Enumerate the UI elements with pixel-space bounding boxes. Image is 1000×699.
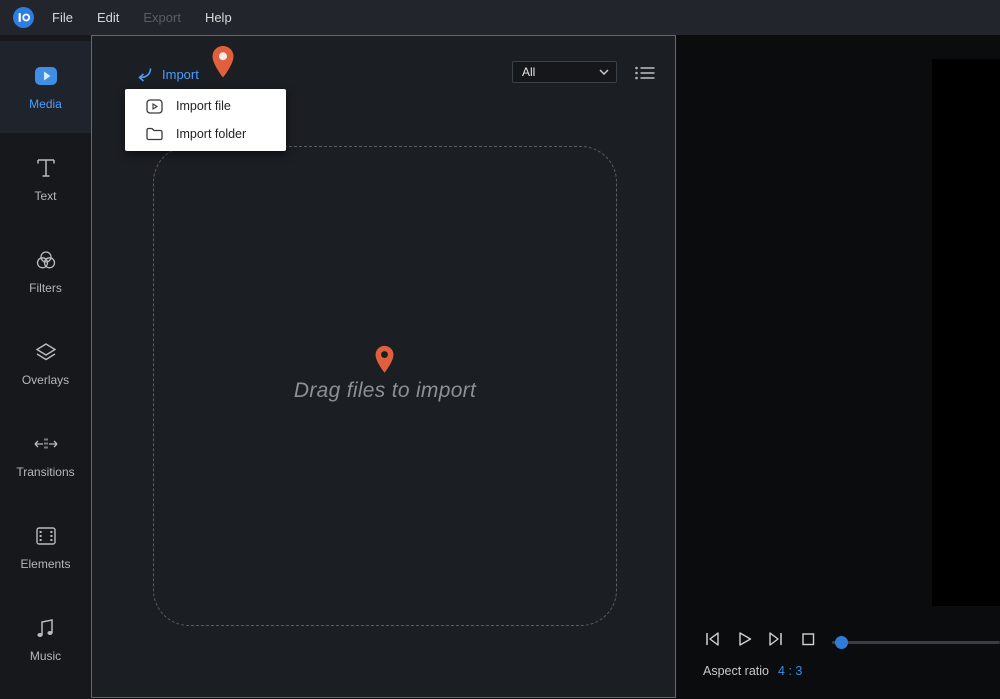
folder-icon bbox=[146, 127, 163, 141]
menu-export: Export bbox=[131, 0, 193, 35]
media-panel: Import All bbox=[91, 35, 676, 698]
sidebar-item-media[interactable]: Media bbox=[0, 41, 91, 133]
transitions-icon bbox=[33, 432, 59, 456]
pin-drop-icon bbox=[374, 345, 395, 374]
file-icon bbox=[146, 99, 163, 114]
previous-frame-button[interactable] bbox=[703, 630, 721, 648]
stop-button[interactable] bbox=[799, 630, 817, 648]
video-preview bbox=[932, 59, 1000, 606]
elements-icon bbox=[35, 524, 57, 548]
filter-select[interactable]: All bbox=[512, 61, 617, 83]
sidebar-item-text[interactable]: Text bbox=[0, 133, 91, 225]
menu-edit[interactable]: Edit bbox=[85, 0, 131, 35]
import-button-label: Import bbox=[162, 67, 199, 82]
menu-item-import-file[interactable]: Import file bbox=[125, 92, 286, 120]
overlays-icon bbox=[35, 340, 57, 364]
import-dropzone[interactable]: Drag files to import bbox=[153, 146, 617, 626]
sidebar-item-elements[interactable]: Elements bbox=[0, 501, 91, 593]
playback-controls bbox=[703, 630, 817, 648]
aspect-ratio-row: Aspect ratio 4 : 3 bbox=[703, 664, 802, 678]
sidebar-item-label: Transitions bbox=[16, 465, 74, 479]
dropzone-content: Drag files to import bbox=[294, 345, 476, 403]
play-button[interactable] bbox=[735, 630, 753, 648]
pin-marker-icon bbox=[211, 45, 235, 79]
aspect-ratio-label: Aspect ratio bbox=[703, 664, 769, 678]
sidebar-item-filters[interactable]: Filters bbox=[0, 225, 91, 317]
seek-thumb[interactable] bbox=[835, 636, 848, 649]
menu-item-import-folder[interactable]: Import folder bbox=[125, 120, 286, 148]
next-frame-button[interactable] bbox=[767, 630, 785, 648]
sidebar-item-transitions[interactable]: Transitions bbox=[0, 409, 91, 501]
import-button[interactable]: Import bbox=[136, 63, 199, 85]
import-icon bbox=[136, 67, 153, 82]
menu-help[interactable]: Help bbox=[193, 0, 244, 35]
sidebar-item-label: Media bbox=[29, 97, 62, 111]
music-icon bbox=[36, 616, 56, 640]
filter-select-value: All bbox=[522, 65, 535, 79]
text-icon bbox=[36, 156, 56, 180]
import-menu: Import file Import folder bbox=[125, 89, 286, 151]
list-view-icon[interactable] bbox=[634, 65, 655, 81]
seek-slider[interactable] bbox=[832, 635, 1000, 650]
menu-item-label: Import folder bbox=[176, 127, 246, 141]
sidebar-item-label: Overlays bbox=[22, 373, 69, 387]
sidebar-item-label: Elements bbox=[20, 557, 70, 571]
chevron-down-icon bbox=[599, 69, 609, 75]
menu-item-label: Import file bbox=[176, 99, 231, 113]
preview-panel: Aspect ratio 4 : 3 bbox=[677, 35, 1000, 699]
sidebar-item-overlays[interactable]: Overlays bbox=[0, 317, 91, 409]
sidebar-item-label: Text bbox=[34, 189, 56, 203]
app-window: File Edit Export Help Media Text bbox=[0, 0, 1000, 699]
menu-file[interactable]: File bbox=[40, 0, 85, 35]
sidebar-item-label: Music bbox=[30, 649, 61, 663]
dropzone-text: Drag files to import bbox=[294, 379, 476, 403]
menubar: File Edit Export Help bbox=[0, 0, 1000, 35]
aspect-ratio-value[interactable]: 4 : 3 bbox=[778, 664, 802, 678]
sidebar-item-label: Filters bbox=[29, 281, 62, 295]
seek-track bbox=[832, 641, 1000, 644]
filters-icon bbox=[35, 248, 57, 272]
sidebar: Media Text Filters bbox=[0, 35, 91, 699]
app-logo-icon[interactable] bbox=[13, 7, 34, 28]
sidebar-item-music[interactable]: Music bbox=[0, 593, 91, 685]
media-icon bbox=[34, 64, 58, 88]
